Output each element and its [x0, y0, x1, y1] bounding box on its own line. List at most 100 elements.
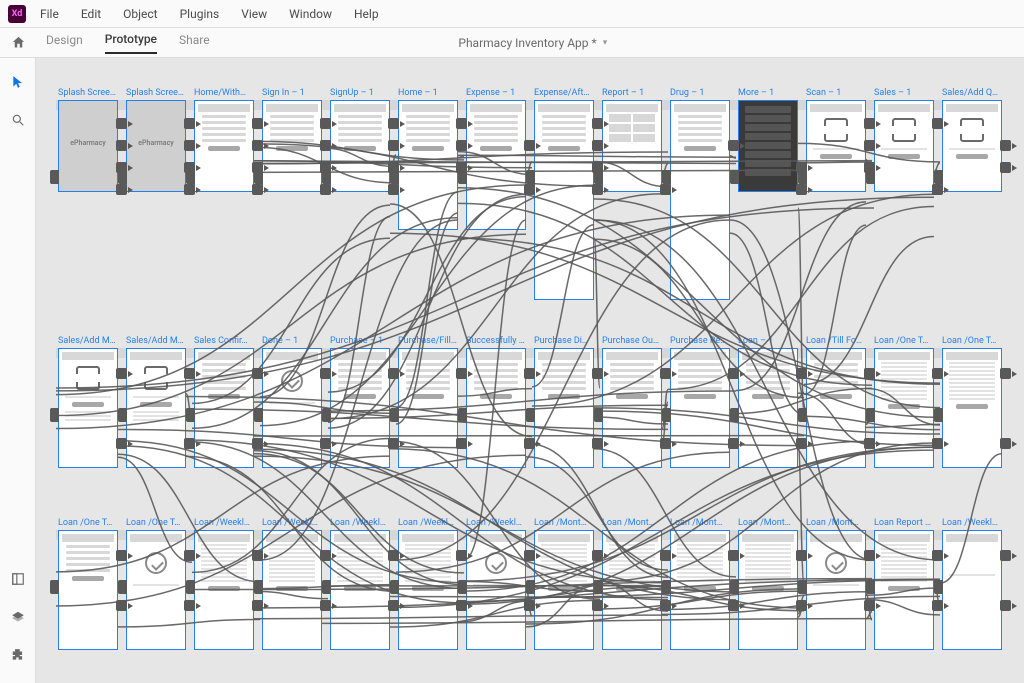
- tab-design[interactable]: Design: [46, 33, 83, 53]
- artboard[interactable]: [670, 100, 730, 300]
- link-node[interactable]: [934, 580, 943, 594]
- plugins-panel-icon[interactable]: [8, 645, 28, 665]
- artboard[interactable]: [874, 348, 934, 468]
- artboard-label[interactable]: Sign In – 1: [262, 88, 322, 98]
- artboard[interactable]: [58, 348, 118, 468]
- link-node[interactable]: [524, 550, 535, 561]
- link-node[interactable]: [458, 580, 467, 594]
- artboard-label[interactable]: Purchase Di…: [534, 336, 594, 346]
- artboard-label[interactable]: Loan – 1: [738, 336, 798, 346]
- link-node[interactable]: [594, 408, 603, 422]
- link-node[interactable]: [728, 438, 739, 449]
- artboard[interactable]: [262, 348, 322, 468]
- link-node[interactable]: [184, 600, 195, 611]
- link-node[interactable]: [796, 550, 807, 561]
- link-node[interactable]: [932, 550, 943, 561]
- link-node[interactable]: [1000, 600, 1011, 611]
- link-node[interactable]: [456, 368, 467, 379]
- link-node[interactable]: [186, 170, 195, 184]
- artboard-label[interactable]: Loan /Weekl…: [398, 518, 458, 528]
- zoom-tool-icon[interactable]: [8, 110, 28, 130]
- link-node[interactable]: [932, 184, 943, 195]
- menu-edit[interactable]: Edit: [81, 7, 101, 21]
- link-node[interactable]: [592, 140, 603, 151]
- link-node[interactable]: [184, 118, 195, 129]
- link-node[interactable]: [322, 170, 331, 184]
- artboard[interactable]: [534, 348, 594, 468]
- link-node[interactable]: [660, 368, 671, 379]
- artboard-label[interactable]: Purchase Ou…: [602, 336, 662, 346]
- link-node[interactable]: [592, 550, 603, 561]
- artboard-label[interactable]: Splash Scree…: [58, 88, 118, 98]
- artboard-label[interactable]: Loan /Weekl…: [330, 518, 390, 528]
- link-node[interactable]: [730, 580, 739, 594]
- link-node[interactable]: [524, 140, 535, 151]
- link-node[interactable]: [864, 600, 875, 611]
- link-node[interactable]: [320, 140, 331, 151]
- artboard-label[interactable]: Report – 1: [602, 88, 662, 98]
- artboard-label[interactable]: Loan /Mont…: [534, 518, 594, 528]
- artboard-label[interactable]: Splash Scree…: [126, 88, 186, 98]
- link-node[interactable]: [728, 550, 739, 561]
- artboard-label[interactable]: Loan /Mont…: [806, 518, 866, 528]
- artboard[interactable]: [534, 530, 594, 650]
- artboard[interactable]: [602, 348, 662, 468]
- link-node[interactable]: [320, 438, 331, 449]
- link-node[interactable]: [798, 170, 807, 184]
- link-node[interactable]: [526, 408, 535, 422]
- link-node[interactable]: [320, 184, 331, 195]
- assets-panel-icon[interactable]: [8, 569, 28, 589]
- document-title[interactable]: Pharmacy Inventory App * ▾: [222, 36, 844, 50]
- artboard-label[interactable]: Sales Confir…: [194, 336, 254, 346]
- link-node[interactable]: [524, 600, 535, 611]
- link-node[interactable]: [660, 184, 671, 195]
- link-node[interactable]: [116, 438, 127, 449]
- artboard-label[interactable]: Loan /Weekl…: [466, 518, 526, 528]
- link-node[interactable]: [524, 184, 535, 195]
- tab-share[interactable]: Share: [179, 33, 210, 53]
- link-node[interactable]: [390, 170, 399, 184]
- link-node[interactable]: [252, 600, 263, 611]
- link-node[interactable]: [254, 408, 263, 422]
- artboard[interactable]: [874, 530, 934, 650]
- artboard[interactable]: [738, 100, 798, 192]
- artboard-label[interactable]: More – 1: [738, 88, 798, 98]
- link-node[interactable]: [388, 184, 399, 195]
- link-node[interactable]: [458, 408, 467, 422]
- artboard-label[interactable]: Drug – 1: [670, 88, 730, 98]
- link-node[interactable]: [592, 184, 603, 195]
- artboard[interactable]: [738, 530, 798, 650]
- artboard-label[interactable]: Expense/Aft…: [534, 88, 594, 98]
- artboard-label[interactable]: Home – 1: [398, 88, 458, 98]
- artboard-label[interactable]: Loan /Mont…: [738, 518, 798, 528]
- artboard[interactable]: [262, 530, 322, 650]
- link-node[interactable]: [116, 550, 127, 561]
- artboard[interactable]: [806, 530, 866, 650]
- artboard-label[interactable]: Loan /One T…: [874, 336, 934, 346]
- prototype-canvas[interactable]: Splash Scree…ePharmacySplash Scree…ePhar…: [36, 58, 1024, 683]
- menu-file[interactable]: File: [40, 7, 59, 21]
- link-node[interactable]: [932, 600, 943, 611]
- artboard[interactable]: [942, 530, 1002, 650]
- artboard[interactable]: [58, 530, 118, 650]
- link-node[interactable]: [864, 118, 875, 129]
- link-node[interactable]: [456, 550, 467, 561]
- link-node[interactable]: [796, 368, 807, 379]
- link-node[interactable]: [796, 184, 807, 195]
- link-node[interactable]: [252, 140, 263, 151]
- link-node[interactable]: [388, 438, 399, 449]
- link-node[interactable]: [116, 184, 127, 195]
- artboard-label[interactable]: Purchase/Fill…: [398, 336, 458, 346]
- artboard[interactable]: [398, 100, 458, 230]
- link-node[interactable]: [866, 580, 875, 594]
- link-node[interactable]: [798, 408, 807, 422]
- link-node[interactable]: [186, 408, 195, 422]
- link-node[interactable]: [660, 438, 671, 449]
- link-node[interactable]: [728, 368, 739, 379]
- artboard-label[interactable]: Home/With…: [194, 88, 254, 98]
- link-node[interactable]: [118, 408, 127, 422]
- link-node[interactable]: [116, 600, 127, 611]
- artboard[interactable]: [466, 100, 526, 230]
- link-node[interactable]: [118, 170, 127, 184]
- link-node[interactable]: [184, 368, 195, 379]
